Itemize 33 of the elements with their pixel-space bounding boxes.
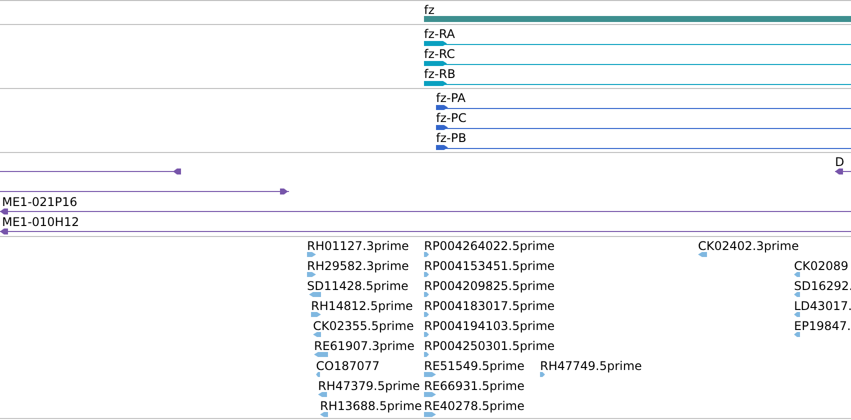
feature-label: CK02089 [794,260,848,272]
feature-label: fz [424,4,435,16]
feature-label: CO187077 [316,360,380,372]
feature-label: RH14812.5prime [311,300,413,312]
feature-label: RE66931.5prime [424,380,524,392]
feature-label: RP004264022.5prime [424,240,555,252]
feature-label: RH01127.3prime [307,240,409,252]
feature-label: CK02355.5prime [313,320,414,332]
feature-label: D [835,156,844,168]
feature-label: fz-RC [424,48,455,60]
feature-label: EP19847. [794,320,851,332]
feature-label: SD11428.5prime [307,280,408,292]
feature-label: RP004194103.5prime [424,320,555,332]
feature-label: CK02402.3prime [698,240,799,252]
feature-label: fz-RB [424,68,456,80]
feature-label: RP004209825.5prime [424,280,555,292]
feature-label: RE51549.5prime [424,360,524,372]
feature-label: LD43017. [794,300,851,312]
feature-label: RH29582.3prime [307,260,409,272]
feature-label: RH13688.5prime [320,400,422,412]
feature-label: fz-PA [436,92,466,104]
feature-label: RE40278.5prime [424,400,524,412]
feature-label: RH47379.5prime [318,380,420,392]
feature-label: fz-PC [436,112,466,124]
feature-label: ME1-010H12 [2,216,80,228]
feature-label: fz-RA [424,28,455,40]
feature-label: ME1-021P16 [2,196,78,208]
feature-label: RE61907.3prime [314,340,414,352]
feature-label: RP004183017.5prime [424,300,555,312]
feature-label: RP004153451.5prime [424,260,555,272]
feature-label: RP004250301.5prime [424,340,555,352]
feature-label: RH47749.5prime [540,360,642,372]
feature-label: fz-PB [436,132,466,144]
